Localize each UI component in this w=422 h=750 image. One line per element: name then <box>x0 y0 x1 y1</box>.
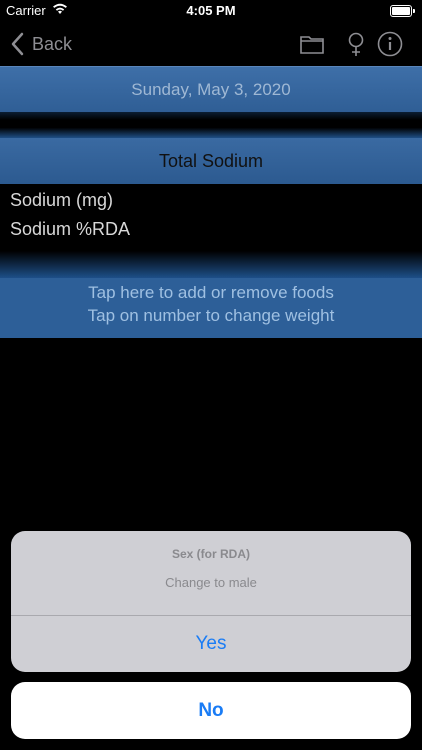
sheet-message: Change to male <box>165 575 257 590</box>
back-label: Back <box>32 33 73 54</box>
separator-gradient <box>0 242 422 278</box>
info-icon[interactable] <box>376 30 404 58</box>
action-sheet: Sex (for RDA) Change to male Yes <box>11 531 411 672</box>
separator-gradient <box>0 112 422 138</box>
navigation-bar: Back <box>0 22 422 66</box>
add-remove-foods-button[interactable]: Tap here to add or remove foods Tap on n… <box>0 278 422 338</box>
chevron-left-icon <box>11 32 24 56</box>
sheet-title: Sex (for RDA) <box>171 547 250 561</box>
female-icon[interactable] <box>342 30 370 58</box>
status-bar: Carrier 4:05 PM <box>0 0 422 22</box>
action-hint-line: Tap here to add or remove foods <box>88 283 334 302</box>
action-hint-line: Tap on number to change weight <box>87 306 335 325</box>
section-title: Total Sodium <box>0 138 422 184</box>
no-button[interactable]: No <box>11 682 411 739</box>
yes-button[interactable]: Yes <box>11 616 411 672</box>
status-time: 4:05 PM <box>186 3 236 18</box>
back-button[interactable]: Back <box>10 30 72 58</box>
sodium-rda-row: Sodium %RDA <box>10 219 131 239</box>
sodium-mg-row: Sodium (mg) <box>10 190 114 210</box>
date-bar[interactable]: Sunday, May 3, 2020 <box>0 66 422 113</box>
folder-icon[interactable] <box>298 30 326 58</box>
battery-icon <box>390 5 415 17</box>
